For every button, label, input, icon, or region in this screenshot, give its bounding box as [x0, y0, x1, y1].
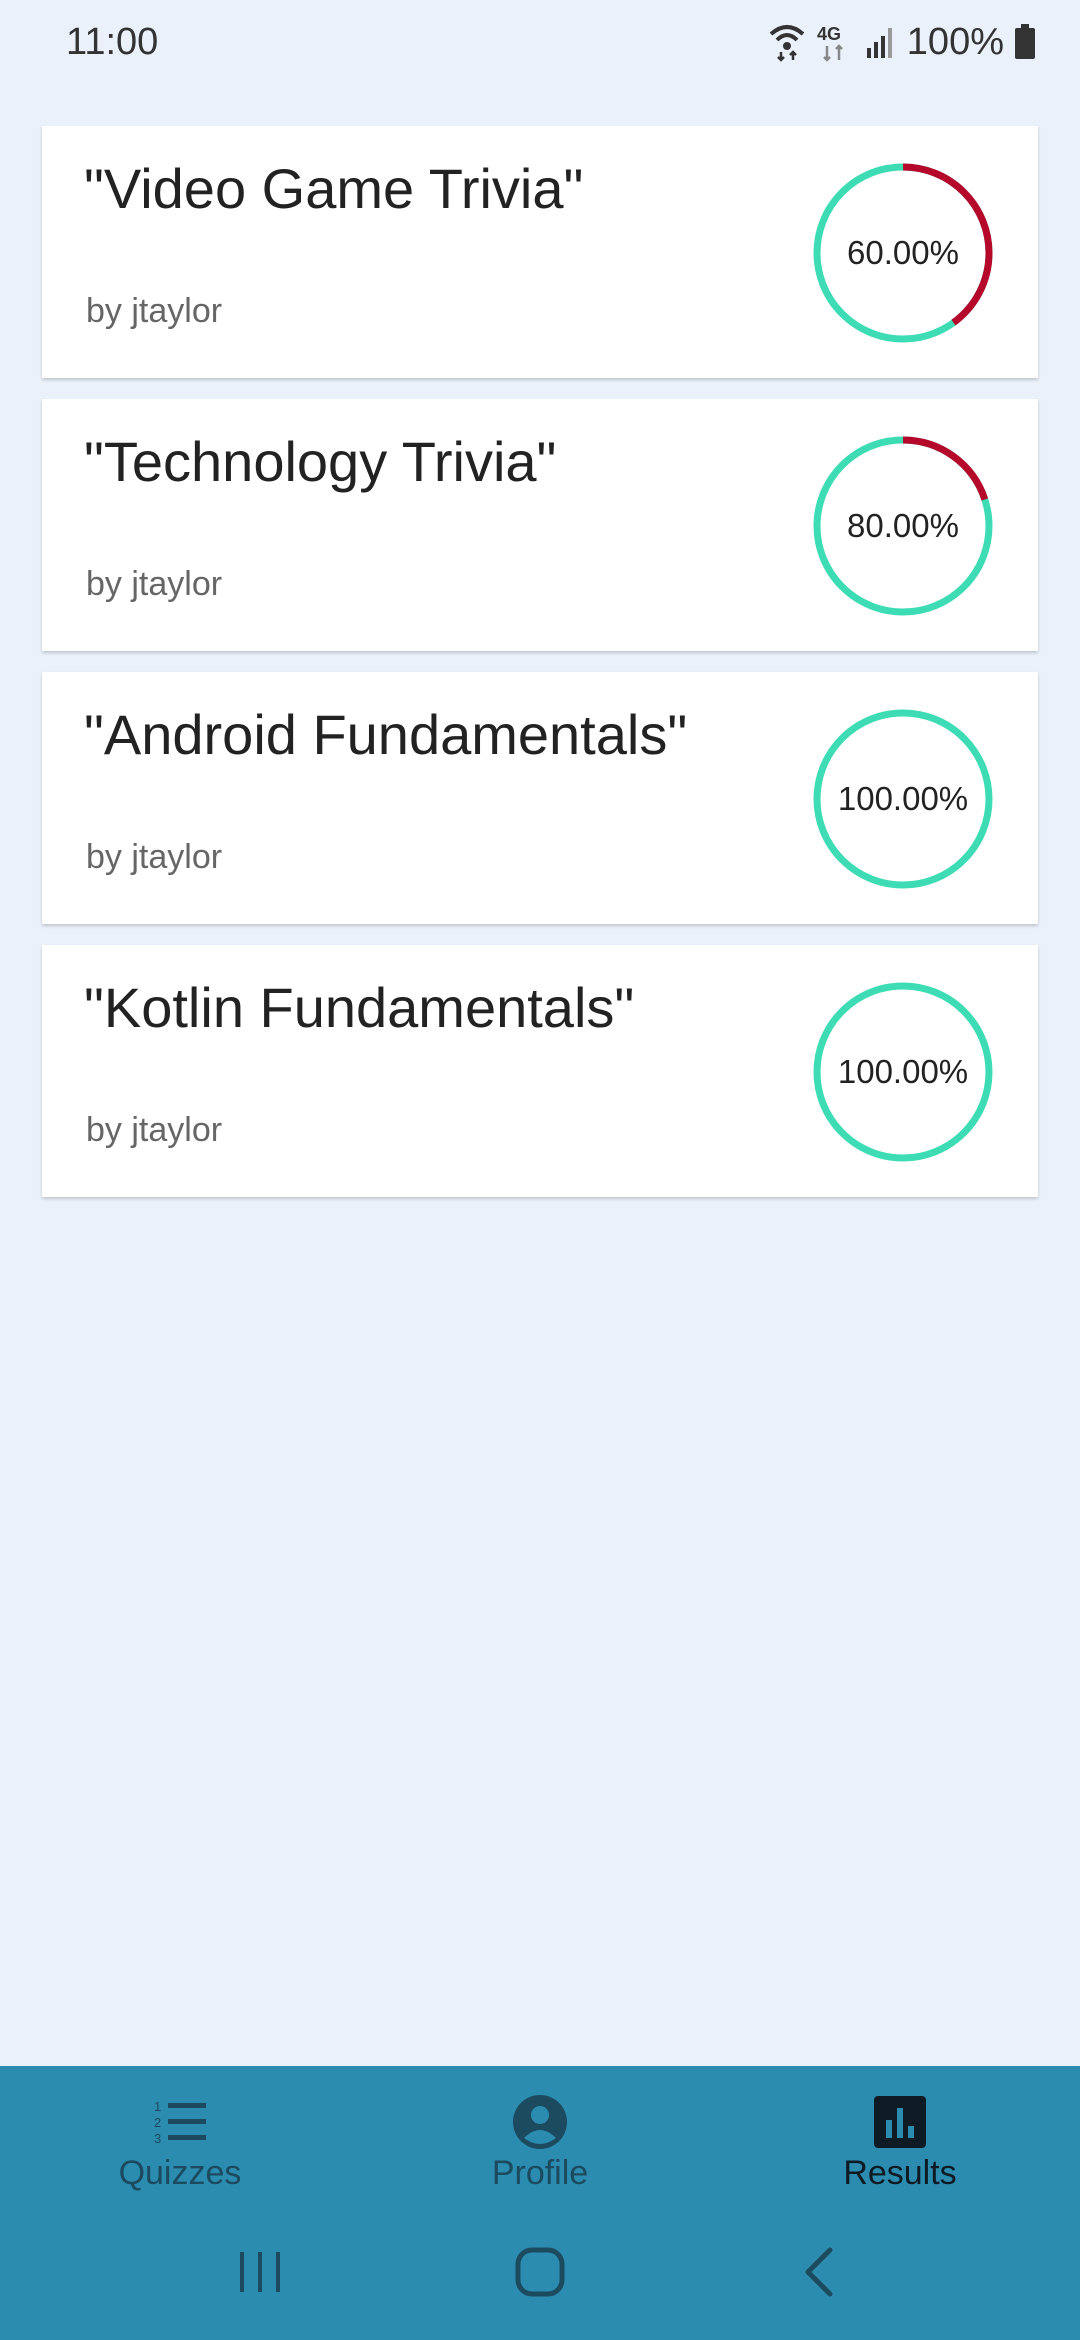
status-time: 11:00 — [66, 20, 159, 63]
numbered-list-icon: 1 2 3 — [152, 2094, 208, 2150]
score-label: 80.00% — [847, 507, 959, 544]
nav-label-results: Results — [843, 2154, 957, 2192]
svg-text:1: 1 — [154, 2099, 161, 2114]
home-icon[interactable] — [495, 2227, 585, 2317]
bar-chart-icon — [872, 2094, 928, 2150]
battery-percent: 100% — [906, 20, 1004, 63]
result-card[interactable]: "Kotlin Fundamentals" by jtaylor 100.00% — [42, 945, 1038, 1197]
svg-text:2: 2 — [154, 2115, 161, 2130]
score-label: 100.00% — [837, 1053, 969, 1090]
battery-icon — [1014, 24, 1036, 60]
nav-item-profile[interactable]: Profile — [360, 2066, 720, 2204]
back-icon[interactable] — [775, 2227, 865, 2317]
quiz-title: "Video Game Trivia" — [84, 157, 584, 220]
quiz-author: by jtaylor — [86, 565, 223, 603]
recent-apps-icon[interactable] — [215, 2227, 305, 2317]
quiz-author: by jtaylor — [86, 1111, 223, 1149]
quiz-title: "Kotlin Fundamentals" — [84, 976, 635, 1039]
status-bar: 11:00 4G 100% — [0, 0, 1080, 84]
signal-icon — [865, 24, 897, 60]
wifi-icon — [769, 22, 805, 62]
bottom-navigation: 1 2 3 Quizzes Profile Results — [0, 2066, 1080, 2204]
svg-text:4G: 4G — [817, 24, 841, 44]
score-label: 60.00% — [847, 234, 959, 271]
svg-text:3: 3 — [154, 2131, 161, 2146]
score-label: 100.00% — [837, 780, 969, 817]
result-card[interactable]: "Video Game Trivia" by jtaylor 60.00% — [42, 126, 1038, 378]
nav-item-results[interactable]: Results — [720, 2066, 1080, 2204]
account-circle-icon — [512, 2094, 568, 2150]
quiz-author: by jtaylor — [86, 292, 223, 330]
result-card[interactable]: "Technology Trivia" by jtaylor 80.00% — [42, 399, 1038, 651]
nav-item-quizzes[interactable]: 1 2 3 Quizzes — [0, 2066, 360, 2204]
system-navigation-bar — [0, 2204, 1080, 2340]
quiz-title: "Android Fundamentals" — [84, 703, 688, 766]
nav-label-profile: Profile — [491, 2154, 589, 2192]
nav-label-quizzes: Quizzes — [118, 2154, 242, 2192]
result-card[interactable]: "Android Fundamentals" by jtaylor 100.00… — [42, 672, 1038, 924]
quiz-author: by jtaylor — [86, 838, 223, 876]
quiz-title: "Technology Trivia" — [84, 430, 557, 493]
status-icons: 4G 100% — [769, 21, 1036, 64]
4g-lte-icon: 4G — [815, 22, 855, 62]
